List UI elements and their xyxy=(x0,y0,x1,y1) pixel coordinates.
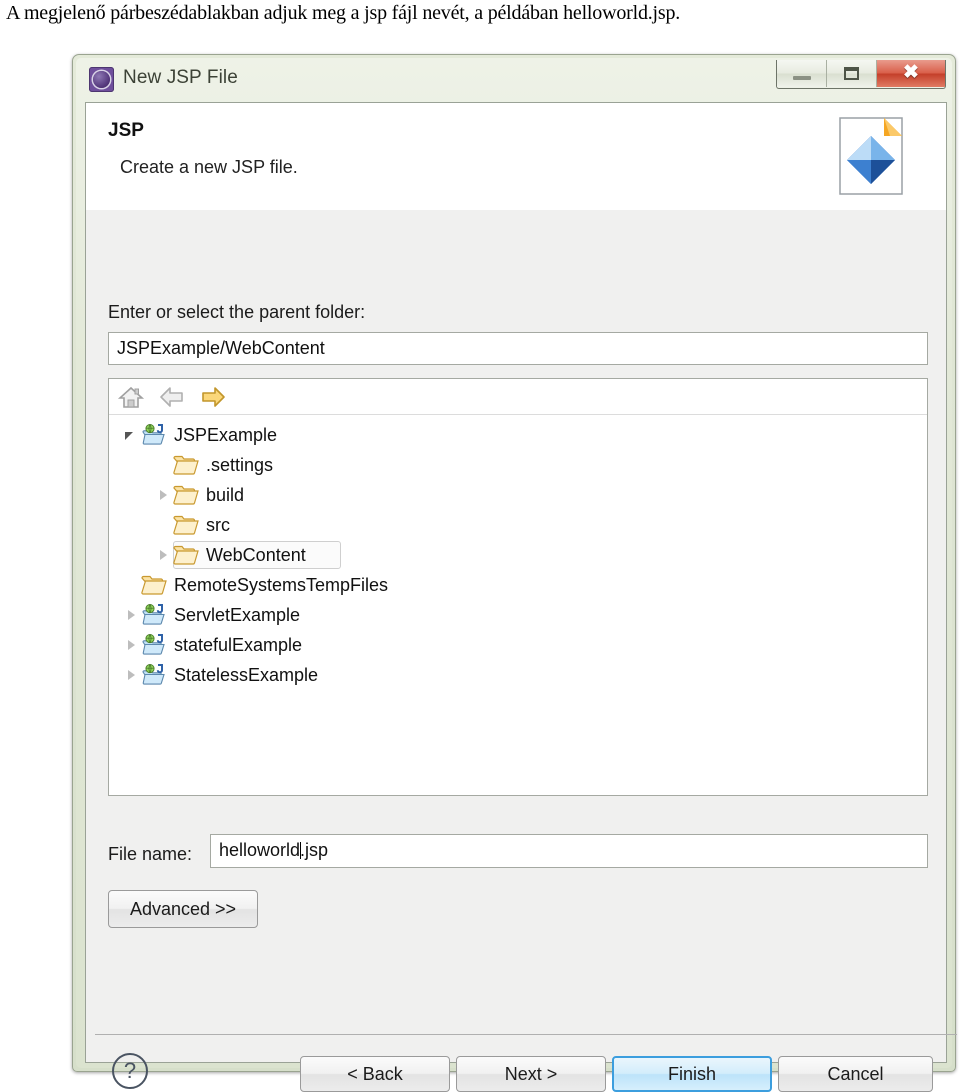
file-name-input[interactable]: helloworld.jsp xyxy=(210,834,928,868)
web-project-icon xyxy=(141,424,167,446)
tree-item-label: statefulExample xyxy=(174,634,303,655)
tree-item-label: JSPExample xyxy=(174,424,278,445)
minimize-icon xyxy=(793,76,811,80)
help-icon[interactable]: ? xyxy=(112,1053,148,1089)
folder-icon xyxy=(173,454,199,476)
chevron-right-icon[interactable] xyxy=(155,547,171,563)
dialog-title: New JSP File xyxy=(123,67,238,88)
tree-item-label: StatelessExample xyxy=(174,664,319,685)
chevron-down-icon[interactable] xyxy=(123,427,139,443)
chevron-right-icon[interactable] xyxy=(123,667,139,683)
home-icon[interactable] xyxy=(117,383,145,411)
cancel-button[interactable]: Cancel xyxy=(778,1056,933,1092)
folder-tree-panel: JSPExample .settings build src WebContent Rem… xyxy=(108,378,928,796)
tree-item-label: RemoteSystemsTempFiles xyxy=(174,574,389,595)
finish-button[interactable]: Finish xyxy=(612,1056,772,1092)
folder-tree[interactable]: JSPExample .settings build src WebContent Rem… xyxy=(109,416,927,795)
wizard-header: JSP Create a new JSP file. xyxy=(85,102,947,211)
folder-icon xyxy=(141,574,167,596)
web-project-icon xyxy=(141,634,167,656)
window-controls: ✖ xyxy=(776,60,946,89)
tree-item-build[interactable]: build xyxy=(109,480,927,510)
eclipse-wizard-icon xyxy=(89,67,114,92)
new-jsp-file-dialog: New JSP File ✖ JSP Create a new JSP file… xyxy=(72,54,957,1092)
next-button[interactable]: Next > xyxy=(456,1056,606,1092)
dialog-inner-frame: New JSP File ✖ JSP Create a new JSP file… xyxy=(76,58,957,1092)
close-icon: ✖ xyxy=(903,62,919,83)
folder-icon xyxy=(173,544,199,566)
file-name-value-before-caret: helloworld xyxy=(219,840,301,860)
tree-item--settings[interactable]: .settings xyxy=(109,450,927,480)
wizard-subtitle: Create a new JSP file. xyxy=(120,157,298,177)
tree-item-label: WebContent xyxy=(206,544,306,565)
dialog-titlebar[interactable]: New JSP File ✖ xyxy=(76,58,952,102)
chevron-right-icon[interactable] xyxy=(155,487,171,503)
file-name-label: File name: xyxy=(108,844,193,864)
chevron-right-icon[interactable] xyxy=(123,637,139,653)
tree-item-label: ServletExample xyxy=(174,604,301,625)
parent-folder-input[interactable]: JSPExample/WebContent xyxy=(108,332,928,365)
tree-item-jspexample[interactable]: JSPExample xyxy=(109,420,927,450)
tree-item-label: build xyxy=(206,484,245,505)
web-project-icon xyxy=(141,664,167,686)
advanced-button[interactable]: Advanced >> xyxy=(108,890,258,928)
back-arrow-icon[interactable] xyxy=(158,383,186,411)
file-name-value-after-caret: .jsp xyxy=(300,840,329,860)
tree-toolbar xyxy=(109,379,927,415)
tree-item-remotesystemstempfiles[interactable]: RemoteSystemsTempFiles xyxy=(109,570,927,600)
tree-item-label: .settings xyxy=(206,454,274,475)
wizard-body: Enter or select the parent folder: JSPEx… xyxy=(85,210,957,1092)
forward-arrow-icon[interactable] xyxy=(199,383,227,411)
maximize-icon xyxy=(844,67,859,80)
maximize-button[interactable] xyxy=(827,60,877,87)
tree-item-servletexample[interactable]: ServletExample xyxy=(109,600,927,630)
tree-item-statefulexample[interactable]: statefulExample xyxy=(109,630,927,660)
jsp-file-banner-icon xyxy=(839,117,903,195)
folder-icon xyxy=(173,484,199,506)
footer-separator xyxy=(95,1034,957,1035)
page-caption: A megjelenő párbeszédablakban adjuk meg … xyxy=(6,2,681,24)
parent-folder-label: Enter or select the parent folder: xyxy=(108,302,366,322)
wizard-title: JSP xyxy=(108,120,144,141)
folder-icon xyxy=(173,514,199,536)
tree-item-webcontent[interactable]: WebContent xyxy=(109,540,927,570)
chevron-right-icon[interactable] xyxy=(123,607,139,623)
close-button[interactable]: ✖ xyxy=(877,60,945,87)
back-button[interactable]: < Back xyxy=(300,1056,450,1092)
web-project-icon xyxy=(141,604,167,626)
tree-item-label: src xyxy=(206,514,230,535)
tree-item-statelessexample[interactable]: StatelessExample xyxy=(109,660,927,690)
minimize-button[interactable] xyxy=(777,60,827,87)
tree-item-src[interactable]: src xyxy=(109,510,927,540)
